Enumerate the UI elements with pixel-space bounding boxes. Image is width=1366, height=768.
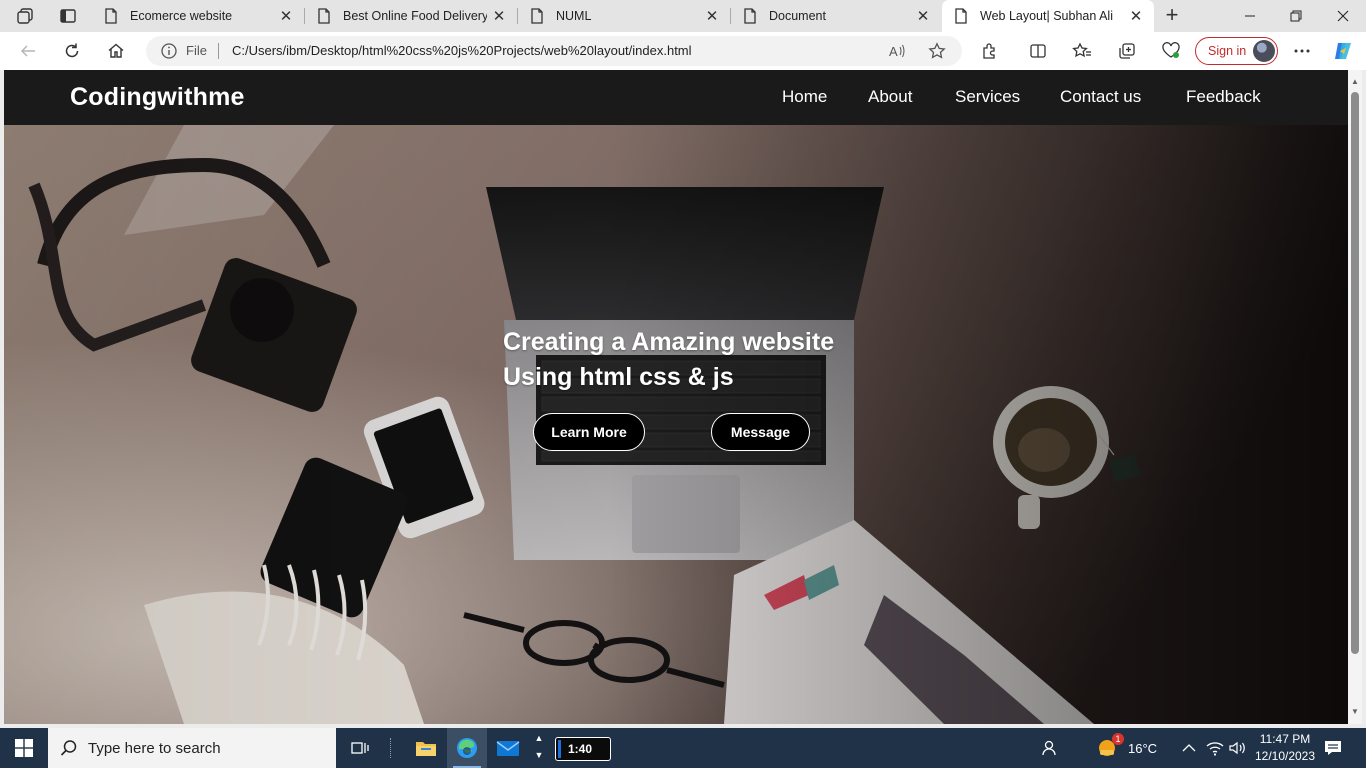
- close-tab-icon[interactable]: ✕: [1124, 7, 1148, 25]
- tab-numl[interactable]: NUML ✕: [518, 0, 730, 32]
- recording-timer-widget[interactable]: 1:40: [555, 737, 611, 761]
- nav-home[interactable]: Home: [782, 87, 827, 107]
- weather-icon: 1: [1096, 733, 1124, 759]
- close-tab-icon[interactable]: ✕: [700, 7, 724, 25]
- scroll-thumb[interactable]: [1351, 92, 1359, 654]
- search-placeholder: Type here to search: [88, 739, 221, 757]
- learn-more-button[interactable]: Learn More: [533, 413, 645, 451]
- hero-heading-line-1: Creating a Amazing website: [503, 328, 835, 356]
- tab-title: NUML: [556, 9, 592, 23]
- page-scrollbar[interactable]: ▲ ▼: [1348, 70, 1362, 724]
- wifi-icon[interactable]: [1206, 728, 1224, 768]
- volume-icon[interactable]: [1228, 728, 1246, 768]
- hero-section: Creating a Amazing website Using html cs…: [4, 125, 1348, 724]
- task-view-icon[interactable]: [340, 728, 380, 768]
- collections-icon[interactable]: [1115, 40, 1139, 62]
- browser-tab-strip: Ecomerce website ✕ Best Online Food Deli…: [0, 0, 1366, 32]
- tab-title: Best Online Food Delivery s: [343, 9, 487, 23]
- notifications-icon[interactable]: [1324, 728, 1342, 768]
- close-window-icon[interactable]: [1320, 0, 1366, 32]
- restore-icon[interactable]: [1273, 0, 1319, 32]
- show-hidden-icons[interactable]: [1182, 728, 1196, 768]
- file-explorer-icon[interactable]: [406, 728, 446, 768]
- favorite-star-icon[interactable]: [926, 41, 948, 61]
- document-icon: [105, 8, 117, 24]
- taskbar-gripper: [390, 738, 392, 758]
- site-logo[interactable]: Codingwithme: [70, 83, 245, 112]
- close-tab-icon[interactable]: ✕: [274, 7, 298, 25]
- nav-services[interactable]: Services: [955, 87, 1020, 107]
- nav-about[interactable]: About: [868, 87, 912, 107]
- document-icon: [531, 8, 543, 24]
- info-icon[interactable]: [160, 42, 178, 60]
- avatar: [1253, 40, 1275, 62]
- site-header: Codingwithme Home About Services Contact…: [4, 70, 1348, 125]
- taskbar-search-box[interactable]: Type here to search: [48, 728, 336, 768]
- people-icon[interactable]: [1040, 728, 1058, 768]
- sign-in-label: Sign in: [1208, 44, 1247, 58]
- message-button[interactable]: Message: [711, 413, 810, 451]
- edge-browser-icon[interactable]: [447, 728, 487, 768]
- start-button[interactable]: [0, 728, 48, 768]
- more-options-icon[interactable]: [1290, 40, 1314, 62]
- browser-essentials-icon[interactable]: [1159, 40, 1183, 62]
- url-text[interactable]: C:/Users/ibm/Desktop/html%20css%20js%20P…: [232, 43, 692, 58]
- mail-icon[interactable]: [488, 728, 528, 768]
- windows-taskbar: Type here to search ▲ ▼ 1:40 1 16°C 11:47…: [0, 728, 1366, 768]
- hero-heading-line-2: Using html css & js: [503, 363, 734, 391]
- weather-widget[interactable]: 1 16°C: [1096, 728, 1157, 768]
- clock-date: 12/10/2023: [1254, 749, 1316, 763]
- document-icon: [955, 8, 967, 24]
- nav-feedback[interactable]: Feedback: [1186, 87, 1261, 107]
- timer-text: 1:40: [568, 742, 593, 756]
- home-icon[interactable]: [102, 38, 130, 64]
- back-icon[interactable]: [14, 38, 42, 64]
- nav-contact[interactable]: Contact us: [1060, 87, 1141, 107]
- read-aloud-icon[interactable]: A: [886, 41, 908, 61]
- hero-heading: Creating a Amazing website Using html cs…: [503, 325, 834, 395]
- tab-ecomerce[interactable]: Ecomerce website ✕: [92, 0, 304, 32]
- page-viewport: Codingwithme Home About Services Contact…: [4, 70, 1348, 724]
- weather-badge: 1: [1112, 733, 1124, 745]
- tab-web-layout[interactable]: Web Layout| Subhan Ali ✕: [942, 0, 1154, 32]
- split-screen-icon[interactable]: [1026, 40, 1050, 62]
- extensions-icon[interactable]: [978, 40, 1002, 62]
- clock-time: 11:47 PM: [1259, 732, 1311, 746]
- browser-toolbar: File C:/Users/ibm/Desktop/html%20css%20j…: [0, 32, 1366, 70]
- minimize-icon[interactable]: [1227, 0, 1273, 32]
- tab-title: Document: [769, 9, 826, 23]
- address-bar[interactable]: File C:/Users/ibm/Desktop/html%20css%20j…: [146, 36, 962, 66]
- close-tab-icon[interactable]: ✕: [487, 7, 511, 25]
- document-icon: [318, 8, 330, 24]
- windows-logo-icon: [15, 739, 33, 757]
- workspaces-icon[interactable]: [12, 4, 38, 28]
- favorites-icon[interactable]: [1070, 40, 1094, 62]
- timer-progress-bar: [558, 740, 561, 758]
- taskbar-overflow-arrows[interactable]: ▲ ▼: [532, 730, 546, 766]
- tab-document[interactable]: Document ✕: [731, 0, 941, 32]
- scroll-down-icon[interactable]: ▼: [1351, 708, 1359, 716]
- new-tab-icon[interactable]: +: [1160, 4, 1184, 28]
- tab-title: Ecomerce website: [130, 9, 233, 23]
- vertical-tabs-icon[interactable]: [55, 4, 81, 28]
- tab-food-delivery[interactable]: Best Online Food Delivery s ✕: [305, 0, 517, 32]
- scheme-label: File: [186, 43, 207, 58]
- hero-dark-overlay: [4, 125, 1348, 724]
- sign-in-button[interactable]: Sign in: [1195, 37, 1278, 65]
- svg-text:A: A: [889, 44, 898, 59]
- tab-title: Web Layout| Subhan Ali: [980, 9, 1113, 23]
- address-divider: [218, 43, 219, 59]
- copilot-icon[interactable]: [1331, 40, 1355, 62]
- system-clock[interactable]: 11:47 PM 12/10/2023: [1253, 731, 1317, 765]
- refresh-icon[interactable]: [58, 38, 86, 64]
- scroll-up-icon[interactable]: ▲: [1351, 78, 1359, 86]
- search-icon: [60, 740, 77, 756]
- weather-temp: 16°C: [1128, 740, 1158, 756]
- document-icon: [744, 8, 756, 24]
- close-tab-icon[interactable]: ✕: [911, 7, 935, 25]
